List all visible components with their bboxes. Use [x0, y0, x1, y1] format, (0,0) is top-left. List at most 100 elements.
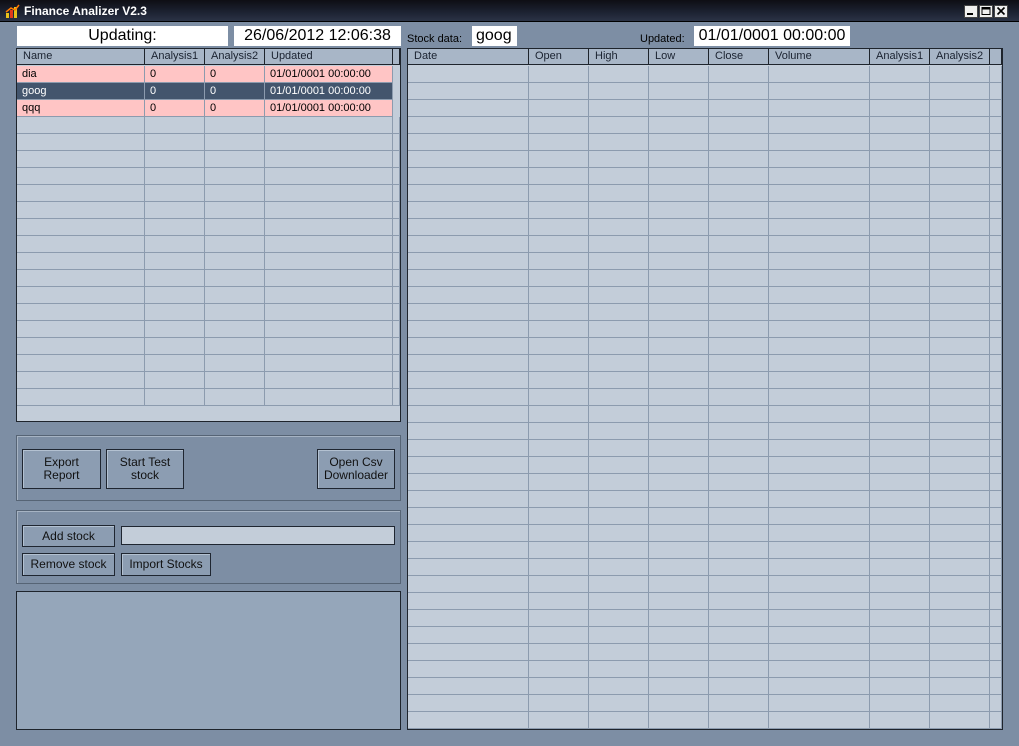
column-header-analysis1[interactable]: Analysis1 — [145, 49, 205, 65]
empty-cell — [649, 491, 709, 508]
empty-cell — [17, 270, 145, 287]
empty-cell — [649, 117, 709, 134]
empty-cell — [870, 542, 930, 559]
empty-cell — [408, 83, 529, 100]
empty-cell — [870, 440, 930, 457]
empty-cell — [870, 355, 930, 372]
empty-cell — [529, 559, 589, 576]
empty-row — [408, 712, 1002, 729]
empty-row — [408, 542, 1002, 559]
empty-row — [408, 185, 1002, 202]
empty-cell — [393, 389, 400, 406]
empty-row — [17, 304, 400, 321]
add-stock-button[interactable]: Add stock — [22, 525, 115, 547]
empty-row — [408, 678, 1002, 695]
column-header-close[interactable]: Close — [709, 49, 769, 65]
empty-cell — [529, 151, 589, 168]
empty-cell — [265, 304, 393, 321]
empty-cell — [408, 542, 529, 559]
remove-stock-button[interactable]: Remove stock — [22, 553, 115, 576]
import-stocks-button[interactable]: Import Stocks — [121, 553, 211, 576]
empty-cell — [709, 474, 769, 491]
empty-cell — [17, 253, 145, 270]
empty-row — [408, 610, 1002, 627]
empty-cell — [769, 542, 870, 559]
column-header-volume[interactable]: Volume — [769, 49, 870, 65]
column-header-analysis2[interactable]: Analysis2 — [205, 49, 265, 65]
empty-cell — [769, 610, 870, 627]
empty-cell — [408, 406, 529, 423]
empty-cell — [393, 219, 400, 236]
stock-row-dia[interactable]: dia 0 0 01/01/0001 00:00:00 — [17, 66, 393, 83]
column-header-open[interactable]: Open — [529, 49, 589, 65]
stock-row-goog[interactable]: goog 0 0 01/01/0001 00:00:00 — [17, 83, 393, 100]
empty-cell — [649, 372, 709, 389]
empty-cell — [870, 593, 930, 610]
empty-cell — [709, 185, 769, 202]
empty-cell — [408, 287, 529, 304]
window-title: Finance Analizer V2.3 — [24, 4, 147, 18]
empty-cell — [529, 457, 589, 474]
empty-cell — [17, 134, 145, 151]
stocks-grid[interactable]: Name Analysis1 Analysis2 Updated dia 0 0… — [16, 48, 401, 422]
empty-cell — [408, 457, 529, 474]
empty-cell — [589, 151, 649, 168]
empty-cell — [408, 525, 529, 542]
empty-cell — [990, 440, 1002, 457]
empty-cell — [529, 66, 589, 83]
empty-cell — [649, 542, 709, 559]
empty-cell — [709, 457, 769, 474]
empty-row — [408, 508, 1002, 525]
close-button[interactable] — [994, 5, 1008, 18]
empty-cell — [769, 117, 870, 134]
empty-cell — [709, 117, 769, 134]
column-header-analysis1[interactable]: Analysis1 — [870, 49, 930, 65]
empty-cell — [408, 610, 529, 627]
maximize-button[interactable] — [979, 5, 993, 18]
empty-cell — [990, 491, 1002, 508]
minimize-button[interactable] — [964, 5, 978, 18]
column-header-analysis2[interactable]: Analysis2 — [930, 49, 990, 65]
title-bar[interactable]: Finance Analizer V2.3 — [0, 0, 1019, 22]
empty-cell — [930, 168, 990, 185]
log-output-area[interactable] — [16, 591, 401, 730]
empty-cell — [408, 100, 529, 117]
empty-cell — [649, 525, 709, 542]
empty-cell — [870, 423, 930, 440]
empty-cell — [408, 355, 529, 372]
empty-cell — [17, 185, 145, 202]
empty-cell — [408, 270, 529, 287]
empty-cell — [769, 525, 870, 542]
stock-data-grid[interactable]: Date Open High Low Close Volume Analysis… — [407, 48, 1003, 730]
cell-analysis1: 0 — [145, 100, 205, 117]
cell-name: dia — [17, 66, 145, 83]
empty-cell — [709, 219, 769, 236]
empty-row — [17, 219, 400, 236]
empty-row — [17, 253, 400, 270]
column-header-low[interactable]: Low — [649, 49, 709, 65]
column-header-name[interactable]: Name — [17, 49, 145, 65]
column-header-date[interactable]: Date — [408, 49, 529, 65]
empty-cell — [930, 134, 990, 151]
open-csv-downloader-button[interactable]: Open Csv Downloader — [317, 449, 395, 489]
column-header-high[interactable]: High — [589, 49, 649, 65]
empty-cell — [17, 287, 145, 304]
empty-cell — [870, 678, 930, 695]
empty-cell — [649, 253, 709, 270]
empty-cell — [408, 372, 529, 389]
empty-cell — [649, 678, 709, 695]
empty-cell — [265, 236, 393, 253]
empty-cell — [990, 219, 1002, 236]
empty-cell — [205, 270, 265, 287]
start-test-stock-button[interactable]: Start Test stock — [106, 449, 184, 489]
empty-cell — [529, 287, 589, 304]
export-report-button[interactable]: Export Report — [22, 449, 101, 489]
empty-cell — [930, 474, 990, 491]
empty-cell — [393, 270, 400, 287]
empty-cell — [990, 627, 1002, 644]
empty-cell — [930, 593, 990, 610]
empty-row — [408, 304, 1002, 321]
column-header-updated[interactable]: Updated — [265, 49, 393, 65]
stock-row-qqq[interactable]: qqq 0 0 01/01/0001 00:00:00 — [17, 100, 393, 117]
stock-name-input[interactable] — [121, 526, 395, 545]
